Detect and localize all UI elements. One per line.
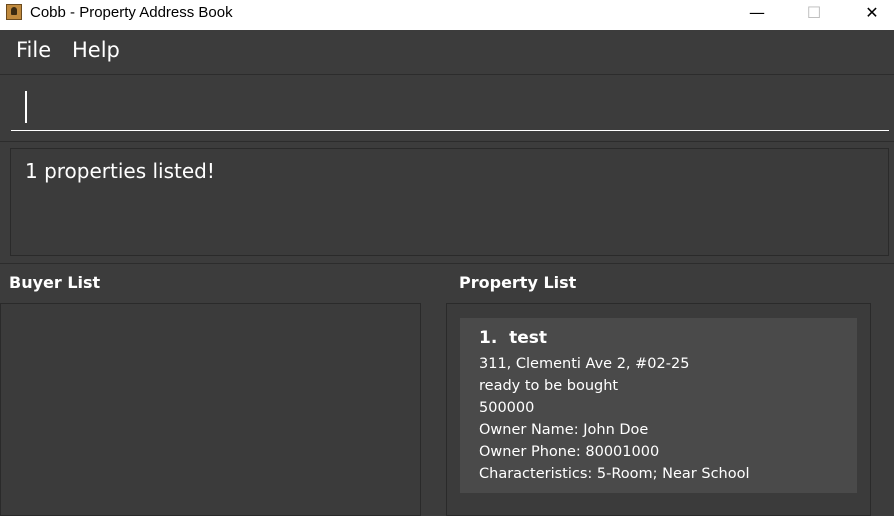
property-list-title: Property List (459, 273, 577, 292)
section-divider (0, 263, 894, 264)
window-title: Cobb - Property Address Book (30, 4, 233, 21)
property-price: 500000 (479, 400, 535, 416)
menu-bar: File Help (0, 30, 894, 75)
property-owner-name: Owner Name: John Doe (479, 422, 649, 438)
menu-file[interactable]: File (16, 38, 51, 62)
minimize-button[interactable]: — (734, 0, 780, 30)
buyer-list-panel[interactable] (0, 303, 421, 516)
property-characteristics: Characteristics: 5-Room; Near School (479, 466, 750, 482)
property-address: 311, Clementi Ave 2, #02-25 (479, 356, 690, 372)
command-box (0, 75, 894, 142)
property-card[interactable]: 1. test 311, Clementi Ave 2, #02-25 read… (460, 318, 857, 493)
property-name: test (509, 328, 548, 348)
property-status: ready to be bought (479, 378, 619, 394)
maximize-button[interactable]: ☐ (791, 0, 837, 30)
title-bar: Cobb - Property Address Book — ☐ ✕ (0, 0, 894, 30)
property-owner-phone: Owner Phone: 80001000 (479, 444, 660, 460)
result-message: 1 properties listed! (25, 159, 215, 183)
property-index: 1. (479, 328, 498, 348)
buyer-list-title: Buyer List (9, 273, 101, 292)
property-card-title: 1. test (479, 328, 547, 348)
menu-help[interactable]: Help (72, 38, 120, 62)
result-display: 1 properties listed! (10, 148, 889, 256)
command-input[interactable] (11, 85, 889, 131)
text-caret (25, 91, 27, 123)
close-button[interactable]: ✕ (849, 0, 894, 30)
app-icon (6, 4, 22, 20)
